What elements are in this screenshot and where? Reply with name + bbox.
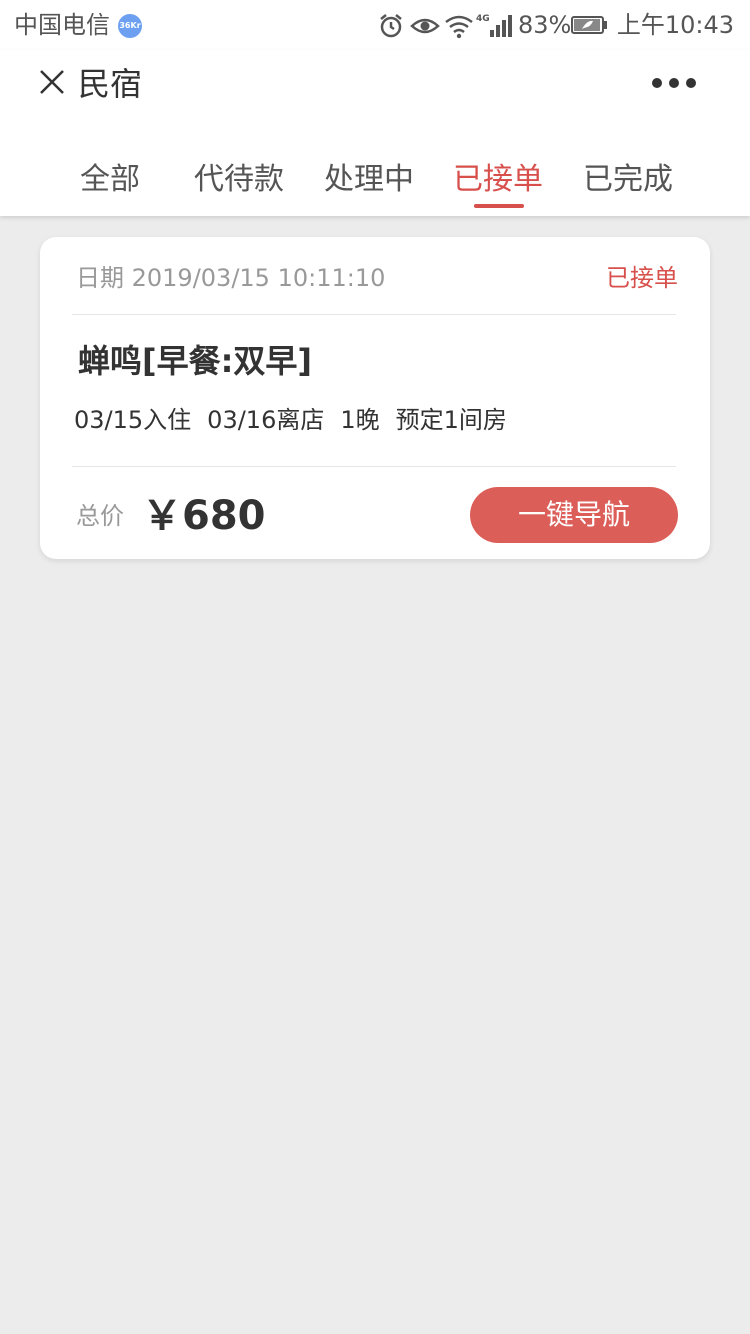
app-header: 民宿 全部 代待款 处理中 已接单 已完成 [0, 50, 750, 216]
check-out-date: 03/16离店 [207, 406, 325, 434]
order-title: 蝉鸣[早餐:双早] [78, 342, 313, 380]
tab-processing[interactable]: 处理中 [314, 158, 424, 202]
tab-accepted[interactable]: 已接单 [443, 158, 553, 202]
order-details: 03/15入住 03/16离店 1晚 预定1间房 [74, 405, 523, 435]
status-bar: 中国电信 36Kr 4G 83% 上午10:43 [0, 0, 750, 50]
order-status: 已接单 [606, 264, 678, 292]
signal-icon: 4G [476, 14, 512, 37]
divider [72, 466, 676, 467]
battery-icon [571, 16, 607, 34]
clock: 上午10:43 [616, 11, 734, 39]
notification-badge-icon: 36Kr [118, 14, 142, 38]
order-card[interactable]: 日期 2019/03/15 10:11:10 已接单 蝉鸣[早餐:双早] 03/… [40, 237, 710, 559]
eye-icon [410, 18, 440, 34]
page-title: 民宿 [78, 65, 143, 103]
alarm-icon [380, 14, 402, 38]
check-in-date: 03/15入住 [74, 406, 192, 434]
tab-bar: 全部 代待款 处理中 已接单 已完成 [0, 158, 750, 216]
close-icon[interactable] [38, 68, 66, 96]
battery-percent: 83% [518, 11, 572, 39]
price-value: ￥680 [142, 493, 266, 539]
wifi-icon [445, 15, 473, 39]
carrier-name: 中国电信 [14, 11, 110, 39]
active-tab-indicator [474, 204, 524, 208]
divider [72, 314, 676, 315]
tab-completed[interactable]: 已完成 [573, 158, 683, 202]
nights-count: 1晚 [340, 406, 380, 434]
tab-pending-payment[interactable]: 代待款 [184, 158, 294, 202]
room-count: 预定1间房 [395, 406, 507, 434]
more-dots-icon[interactable] [650, 76, 698, 90]
price-label: 总价 [76, 502, 124, 530]
network-type: 4G [476, 14, 490, 24]
navigate-button[interactable]: 一键导航 [470, 487, 678, 543]
order-date: 日期 2019/03/15 10:11:10 [76, 264, 386, 292]
tab-all[interactable]: 全部 [55, 158, 165, 202]
